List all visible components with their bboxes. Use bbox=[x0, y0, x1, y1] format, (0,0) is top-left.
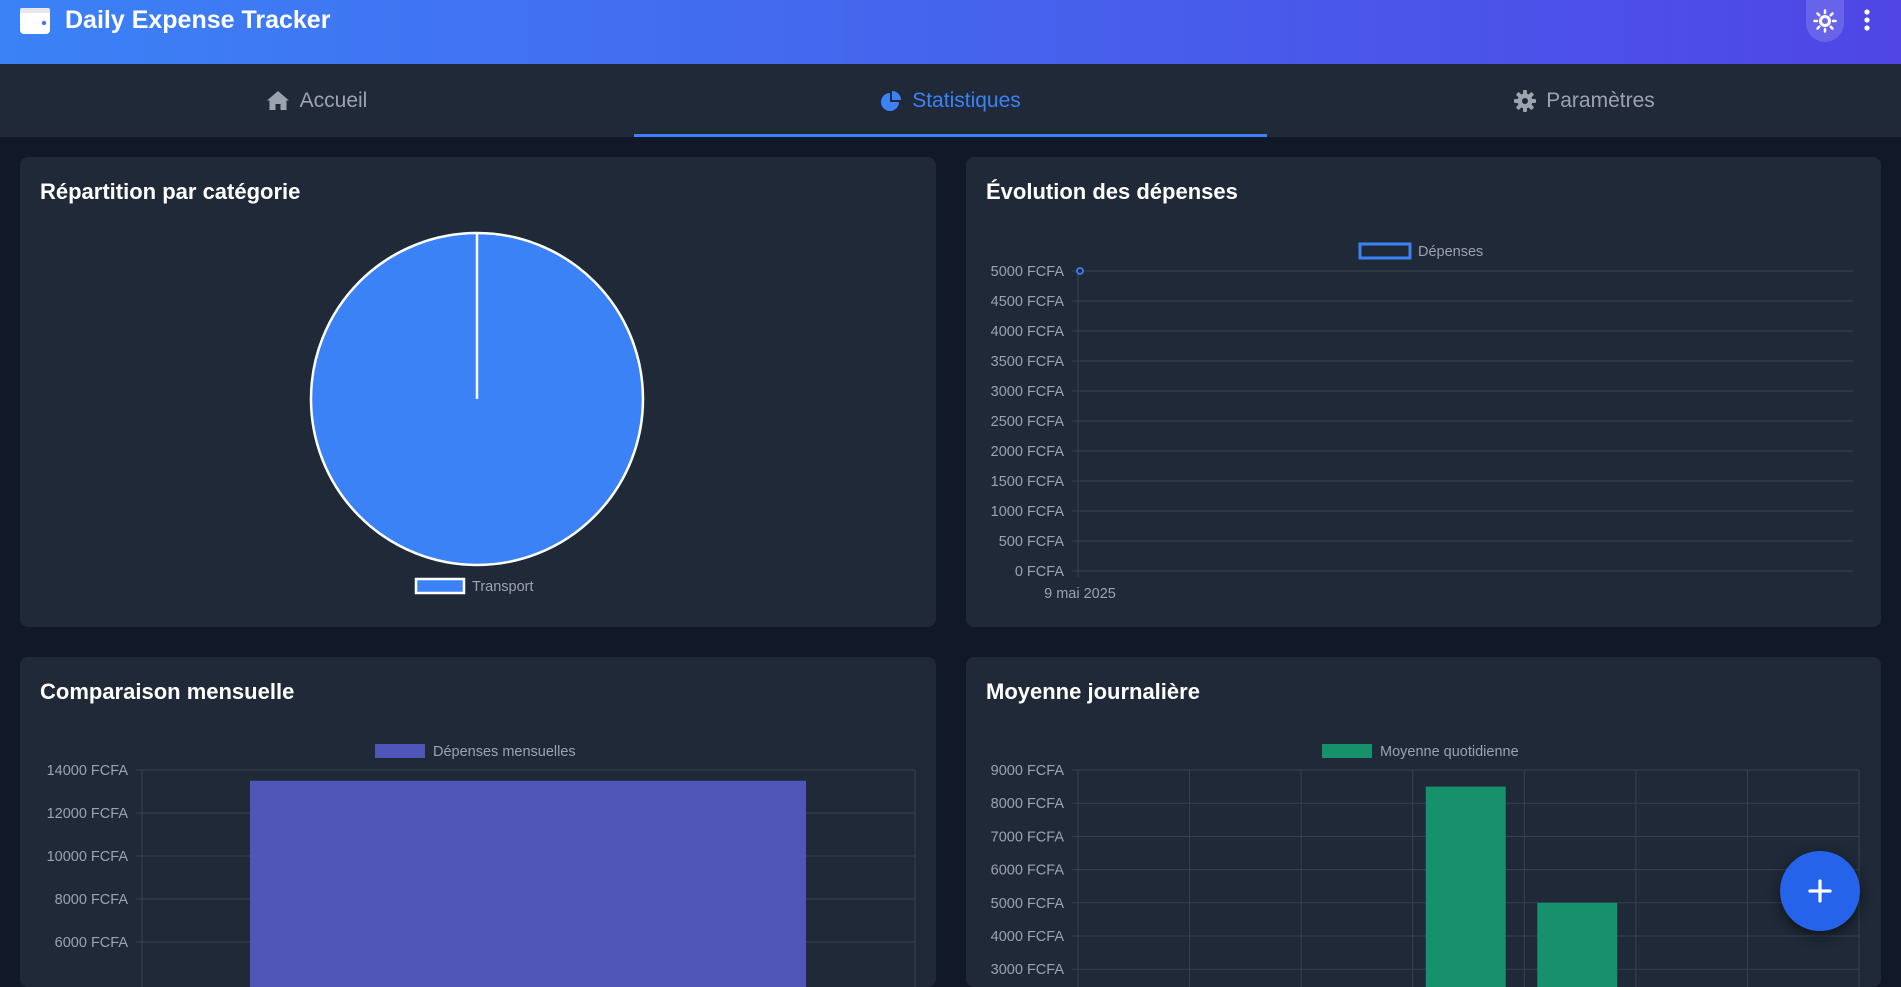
y-tick-label: 3000 FCFA bbox=[991, 384, 1065, 400]
legend-swatch bbox=[414, 577, 466, 595]
app-title: Daily Expense Tracker bbox=[65, 6, 331, 34]
tab-accueil[interactable]: Accueil bbox=[0, 64, 633, 137]
y-tick-label: 4500 FCFA bbox=[991, 294, 1065, 310]
legend-label: Dépenses mensuelles bbox=[433, 744, 576, 760]
bar bbox=[1425, 786, 1506, 987]
monthly-card: Comparaison mensuelle 6000 FCFA 8000 FCFA… bbox=[20, 657, 936, 987]
category-card: Répartition par catégorie Transport bbox=[20, 157, 936, 627]
tab-label: Paramètres bbox=[1546, 88, 1655, 112]
category-pie-chart: Transport bbox=[309, 231, 645, 595]
y-tick-label: 0 FCFA bbox=[1015, 564, 1064, 580]
y-tick-label: 6000 FCFA bbox=[991, 863, 1065, 879]
tab-statistiques[interactable]: Statistiques bbox=[634, 64, 1267, 137]
y-tick-label: 12000 FCFA bbox=[47, 806, 129, 822]
daily-bar-chart: 3000 FCFA 4000 FCFA 5000 FCFA 6000 FCFA 7000… bbox=[991, 744, 1860, 987]
plus-icon bbox=[1808, 879, 1832, 903]
evolution-card: Évolution des dépenses 0 FCFA 500 FCFA 100… bbox=[966, 157, 1881, 627]
y-tick-label: 2500 FCFA bbox=[991, 414, 1065, 430]
tab-label: Accueil bbox=[299, 88, 368, 112]
y-tick-label: 1500 FCFA bbox=[991, 474, 1065, 490]
gear-icon bbox=[1514, 89, 1537, 112]
bar bbox=[250, 780, 806, 987]
evolution-line-chart: 0 FCFA 500 FCFA 1000 FCFA 1500 FCFA 2000 FCF… bbox=[991, 242, 1853, 602]
kebab-menu-icon[interactable] bbox=[1860, 8, 1874, 34]
y-tick-label: 500 FCFA bbox=[999, 534, 1065, 550]
daily-card: Moyenne journalière 3000 FCFA 4000 FCFA 50… bbox=[966, 657, 1881, 987]
y-tick-label: 8000 FCFA bbox=[991, 796, 1065, 812]
y-tick-label: 4000 FCFA bbox=[991, 324, 1065, 340]
y-tick-label: 2000 FCFA bbox=[991, 444, 1065, 460]
y-tick-label: 6000 FCFA bbox=[55, 935, 129, 951]
wallet-icon bbox=[20, 8, 50, 34]
add-expense-button[interactable] bbox=[1780, 851, 1860, 931]
home-icon bbox=[266, 91, 289, 110]
theme-toggle-button[interactable] bbox=[1806, 0, 1844, 42]
legend-label: Transport bbox=[472, 579, 534, 595]
monthly-bar-chart: 6000 FCFA 8000 FCFA 10000 FCFA 12000 FCFA 14… bbox=[47, 744, 916, 987]
y-tick-label: 5000 FCFA bbox=[991, 264, 1065, 280]
legend-swatch bbox=[375, 744, 425, 758]
y-tick-label: 10000 FCFA bbox=[47, 849, 129, 865]
sun-icon bbox=[1813, 9, 1837, 33]
bar bbox=[1537, 902, 1618, 987]
y-tick-label: 8000 FCFA bbox=[55, 892, 129, 908]
y-tick-label: 4000 FCFA bbox=[991, 929, 1065, 945]
y-tick-label: 14000 FCFA bbox=[47, 763, 129, 779]
app-header: Daily Expense Tracker bbox=[0, 0, 1901, 64]
tab-parametres[interactable]: Paramètres bbox=[1268, 64, 1901, 137]
tab-bar: Accueil Statistiques Paramètres bbox=[0, 64, 1901, 138]
y-tick-label: 9000 FCFA bbox=[991, 763, 1065, 779]
legend-label: Dépenses bbox=[1418, 244, 1483, 260]
y-tick-label: 1000 FCFA bbox=[991, 504, 1065, 520]
pie-chart-icon bbox=[881, 90, 902, 111]
y-tick-label: 5000 FCFA bbox=[991, 896, 1065, 912]
legend-swatch bbox=[1358, 242, 1412, 260]
tab-label: Statistiques bbox=[912, 88, 1021, 112]
data-point bbox=[1076, 267, 1084, 275]
y-tick-label: 7000 FCFA bbox=[991, 829, 1065, 845]
legend-label: Moyenne quotidienne bbox=[1380, 744, 1519, 760]
y-tick-label: 3000 FCFA bbox=[991, 962, 1065, 978]
legend-swatch bbox=[1322, 744, 1372, 758]
y-tick-label: 3500 FCFA bbox=[991, 354, 1065, 370]
x-tick-label: 9 mai 2025 bbox=[1044, 586, 1116, 602]
